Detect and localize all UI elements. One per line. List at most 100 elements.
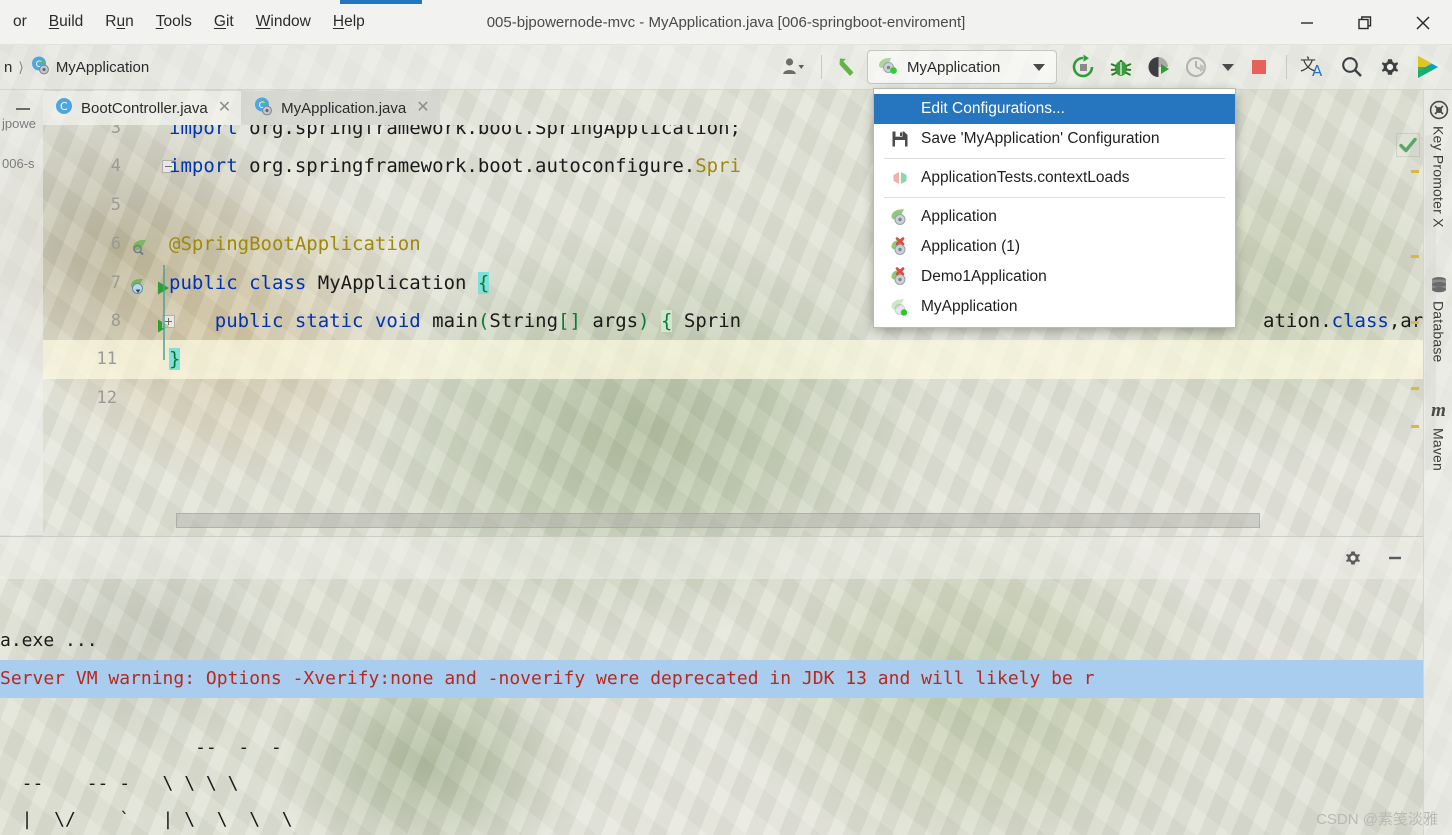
vcs-update-button[interactable] (831, 50, 865, 84)
code-line-3: import org.springframework.boot.SpringAp… (169, 125, 741, 139)
popup-item-edit-configurations[interactable]: Edit Configurations... (874, 94, 1235, 124)
collapse-icon (16, 108, 30, 110)
marker-stripe (1411, 170, 1419, 173)
popup-separator (884, 158, 1225, 159)
project-entry-1[interactable]: 006-s (0, 144, 43, 184)
run-console[interactable]: a.exe ... Server VM warning: Options -Xv… (0, 600, 1423, 835)
spring-boot-class-icon: C (253, 96, 273, 120)
menu-item-tools[interactable]: Tools (145, 9, 203, 35)
editor-gutter[interactable]: 3 4 5 6 7 8 11 12 (43, 125, 175, 510)
account-button[interactable] (776, 50, 812, 84)
code-line-8: public static void main(String[] args) {… (214, 310, 742, 332)
tool-window-maven[interactable]: m Maven (1424, 400, 1452, 471)
popup-item-applicationtests-contextloads[interactable]: ApplicationTests.contextLoads (874, 163, 1235, 193)
popup-item-label: Demo1Application (921, 268, 1047, 285)
right-tool-window-bar: Key Promoter X Database m Maven (1423, 90, 1452, 835)
code-line-6: @SpringBootApplication (169, 233, 421, 255)
tool-window-database[interactable]: Database (1424, 275, 1452, 363)
gutter-line-4: 4 (43, 147, 169, 186)
breadcrumb-prefix[interactable]: n (4, 59, 12, 76)
toolbar-right: MyApplication 文 A (776, 45, 1452, 90)
stop-square-icon (1252, 60, 1266, 74)
line-number: 4 (110, 156, 121, 176)
profiler-button[interactable] (1179, 50, 1215, 84)
translate-icon: 文 A (1300, 55, 1323, 80)
junit-test-icon (890, 168, 910, 188)
spring-boot-run-gutter-icon[interactable] (129, 273, 150, 294)
spring-boot-banner-line-0: -- - - (0, 737, 282, 758)
editor-tab-bootcontroller[interactable]: C BootController.java ✕ (43, 91, 242, 125)
console-settings-button[interactable] (1335, 541, 1371, 575)
close-icon[interactable]: ✕ (216, 100, 231, 116)
popup-item-application-1[interactable]: Application (1) (874, 232, 1235, 262)
stop-button[interactable] (1241, 50, 1277, 84)
maven-m-icon: m (1431, 400, 1446, 421)
line-number: 6 (110, 234, 121, 254)
inspection-status-widget[interactable] (1396, 133, 1420, 157)
ide-logo-button[interactable] (1410, 50, 1446, 84)
menu-item-git[interactable]: Git (203, 9, 245, 35)
popup-item-save-configuration[interactable]: Save 'MyApplication' Configuration (874, 124, 1235, 154)
tool-window-key-promoter-x[interactable]: Key Promoter X (1424, 100, 1452, 228)
menu-label: or (13, 13, 27, 30)
title-bar: or Build Run Tools Git Window Help 005-b… (0, 0, 1452, 45)
console-hide-button[interactable] (1377, 541, 1413, 575)
menu-item-window[interactable]: Window (245, 9, 322, 35)
minimize-icon (1389, 556, 1401, 560)
marker-stripe (1411, 387, 1419, 390)
translate-button[interactable]: 文 A (1296, 50, 1332, 84)
close-button[interactable] (1394, 0, 1452, 45)
rerun-button[interactable] (1065, 50, 1101, 84)
console-line-0: a.exe ... (0, 630, 98, 651)
minimize-icon (1301, 21, 1313, 24)
spring-boot-running-icon (890, 297, 910, 317)
run-with-coverage-button[interactable] (1141, 50, 1177, 84)
settings-button[interactable] (1372, 50, 1408, 84)
java-class-icon: C (55, 97, 73, 119)
svg-text:A: A (1312, 62, 1323, 80)
search-everywhere-button[interactable] (1334, 50, 1370, 84)
editor-horizontal-scroll-track (43, 510, 1423, 535)
popup-item-demo1application[interactable]: Demo1Application (874, 262, 1235, 292)
project-collapse-button[interactable] (10, 96, 36, 122)
popup-item-application[interactable]: Application (874, 202, 1235, 232)
user-account-icon (783, 58, 804, 74)
watermark: CSDN @素笺淡雅 (1316, 811, 1438, 828)
breadcrumb-current[interactable]: MyApplication (56, 59, 149, 76)
method-indent-guide (163, 265, 165, 360)
bug-icon (1110, 60, 1132, 76)
popup-bottom-padding (874, 322, 1235, 327)
menu-item-help[interactable]: Help (322, 9, 376, 35)
rerun-icon (1072, 54, 1094, 78)
run-configuration-selector[interactable]: MyApplication (867, 50, 1057, 84)
debug-button[interactable] (1103, 50, 1139, 84)
code-line-4: import org.springframework.boot.autoconf… (169, 155, 741, 177)
minimize-button[interactable] (1278, 0, 1336, 45)
chevron-down-icon (1032, 59, 1046, 76)
menu-item-build[interactable]: Build (38, 9, 94, 35)
popup-item-myapplication[interactable]: MyApplication (874, 292, 1235, 322)
project-panel-edge[interactable]: jpowe 006-s (0, 90, 43, 535)
editor-tab-myapplication[interactable]: C MyApplication.java ✕ (241, 91, 440, 125)
window-focus-strip (340, 0, 422, 4)
line-number: 7 (110, 273, 121, 293)
gear-icon (1381, 59, 1399, 75)
profiler-icon (1186, 57, 1207, 77)
close-icon[interactable]: ✕ (414, 100, 429, 116)
editor-horizontal-scrollbar[interactable] (176, 513, 1260, 528)
restore-button[interactable] (1336, 0, 1394, 45)
vcs-update-arrow-icon (839, 58, 854, 76)
spring-boot-error-icon (890, 237, 910, 257)
tool-window-label: Database (1430, 301, 1447, 363)
popup-item-label: Edit Configurations... (921, 100, 1065, 117)
menu-item-run[interactable]: Run (94, 9, 144, 35)
coverage-icon (1148, 57, 1169, 77)
save-floppy-icon (890, 129, 910, 149)
spring-bean-icon[interactable] (131, 234, 152, 256)
menu-item-0[interactable]: or (2, 9, 38, 35)
run-configurations-popup[interactable]: Edit Configurations... Save 'MyApplicati… (873, 88, 1236, 328)
window-controls (1278, 0, 1452, 45)
profiler-dropdown-button[interactable] (1217, 50, 1239, 84)
editor-right-gutter[interactable] (1394, 125, 1423, 510)
chevron-down-icon (1222, 64, 1234, 71)
